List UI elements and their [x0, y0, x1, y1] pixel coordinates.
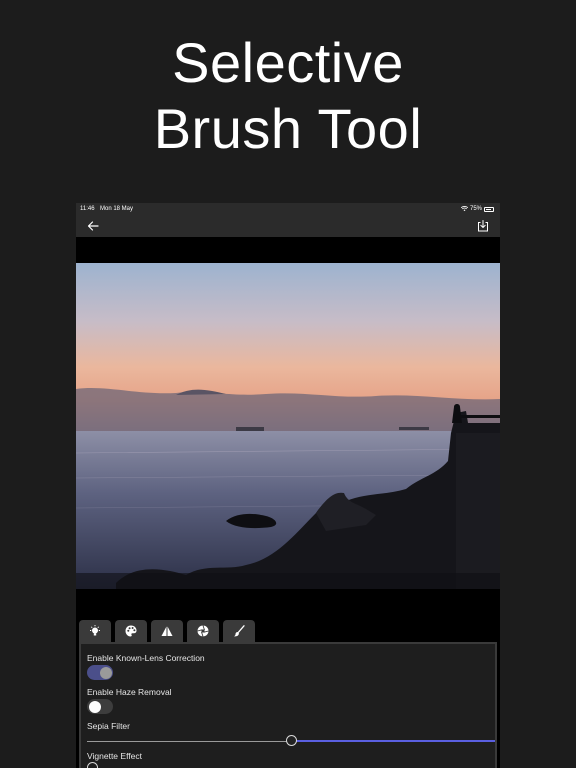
headline: Selective Brush Tool	[0, 30, 576, 162]
toggle-knob	[99, 666, 112, 679]
brush-icon	[234, 625, 245, 637]
arrow-left-icon[interactable]	[86, 219, 100, 233]
lightbulb-icon	[90, 625, 100, 636]
palette-icon	[125, 625, 137, 637]
haze-removal-toggle[interactable]	[87, 699, 113, 714]
triangle-icon	[161, 625, 173, 636]
slider-thumb[interactable]	[285, 735, 297, 746]
sepia-filter-slider[interactable]	[87, 735, 495, 747]
status-date: Mon 18 May	[100, 206, 134, 212]
tab-light[interactable]	[79, 620, 111, 642]
lens-correction-toggle[interactable]	[87, 665, 113, 680]
wifi-icon	[460, 206, 468, 212]
tool-tabs	[79, 620, 255, 642]
battery-icon	[484, 206, 494, 212]
status-right: 75%	[460, 203, 494, 215]
lens-icon	[197, 625, 209, 637]
status-time: 11:46	[80, 206, 95, 212]
tab-detail[interactable]	[151, 620, 183, 642]
lens-correction-label: Enable Known-Lens Correction	[87, 653, 205, 663]
tab-lens[interactable]	[187, 620, 219, 642]
status-bar: 11:46 Mon 18 May 75%	[76, 203, 500, 215]
slider-track-filled	[87, 740, 291, 742]
settings-content: Enable Known-Lens Correction Enable Haze…	[81, 644, 495, 768]
export-download-icon[interactable]	[476, 219, 490, 233]
headline-line-2: Brush Tool	[153, 97, 423, 160]
sepia-filter-label: Sepia Filter	[87, 721, 130, 731]
photo-preview[interactable]	[76, 263, 500, 589]
vignette-effect-label: Vignette Effect	[87, 751, 142, 761]
tab-brush[interactable]	[223, 620, 255, 642]
vignette-effect-slider-thumb[interactable]	[87, 762, 98, 768]
toggle-knob	[88, 700, 101, 713]
app-screen: 11:46 Mon 18 May 75% Enable Known-Lens C…	[76, 203, 500, 768]
tab-color[interactable]	[115, 620, 147, 642]
slider-track-remaining	[291, 740, 495, 742]
settings-panel: Enable Known-Lens Correction Enable Haze…	[79, 642, 497, 768]
battery-percent: 75%	[469, 206, 482, 212]
nav-bar	[76, 215, 500, 237]
haze-removal-label: Enable Haze Removal	[87, 687, 172, 697]
headline-line-1: Selective	[172, 31, 404, 94]
